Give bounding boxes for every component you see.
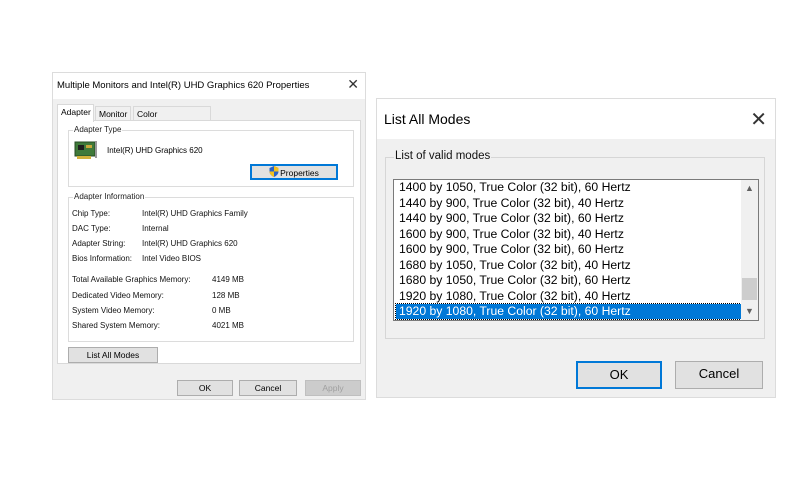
scroll-down-icon[interactable]: ▼ (741, 303, 758, 320)
memory-value: 0 MB (212, 306, 231, 315)
info-value: Internal (142, 224, 169, 233)
close-icon[interactable]: ✕ (750, 107, 767, 132)
list-item[interactable]: 1600 by 900, True Color (32 bit), 60 Her… (396, 242, 741, 257)
memory-value: 4021 MB (212, 321, 245, 330)
list-item[interactable]: 1600 by 900, True Color (32 bit), 40 Her… (396, 227, 741, 242)
apply-button[interactable]: Apply (305, 380, 361, 396)
memory-value: 4149 MB (212, 275, 245, 284)
info-value: Intel(R) UHD Graphics Family (142, 209, 248, 218)
info-key: Bios Information: (72, 254, 133, 263)
memory-key: Shared System Memory: (72, 321, 161, 330)
cancel-button[interactable]: Cancel (239, 380, 297, 396)
graphics-card-icon (74, 140, 98, 165)
memory-value: 128 MB (212, 291, 240, 300)
info-key: DAC Type: (72, 224, 111, 233)
memory-key: Dedicated Video Memory: (72, 291, 164, 300)
tab-color-management[interactable]: Color Management (133, 106, 211, 134)
list-item[interactable]: 1440 by 900, True Color (32 bit), 40 Her… (396, 196, 741, 211)
list-all-modes-dialog: List All Modes ✕ List of valid modes 140… (376, 98, 776, 398)
list-item-selected[interactable]: 1920 by 1080, True Color (32 bit), 60 He… (395, 303, 742, 320)
tab-monitor[interactable]: Monitor (95, 106, 131, 121)
close-icon[interactable]: ✕ (347, 76, 359, 92)
tab-adapter[interactable]: Adapter (57, 104, 94, 122)
info-key: Chip Type: (72, 209, 111, 218)
cancel-button[interactable]: Cancel (675, 361, 763, 389)
properties-button-label: Properties (280, 168, 319, 178)
adapter-information-label: Adapter Information (73, 192, 146, 201)
vertical-scrollbar[interactable]: ▲ ▼ (741, 180, 758, 320)
dialog-title: Multiple Monitors and Intel(R) UHD Graph… (57, 80, 310, 91)
valid-modes-label: List of valid modes (394, 150, 492, 162)
scroll-thumb[interactable] (742, 278, 757, 300)
ok-button[interactable]: OK (576, 361, 662, 389)
adapter-type-group: Adapter Type Intel(R) UHD Graphics 620 P… (68, 125, 354, 187)
dialog-title: List All Modes (384, 111, 471, 127)
info-value: Intel(R) UHD Graphics 620 (142, 239, 238, 248)
modes-listbox[interactable]: 1400 by 1050, True Color (32 bit), 60 He… (393, 179, 759, 321)
ok-button[interactable]: OK (177, 380, 233, 396)
adapter-type-label: Adapter Type (73, 125, 123, 134)
adapter-name: Intel(R) UHD Graphics 620 (107, 146, 203, 155)
memory-key: Total Available Graphics Memory: (72, 275, 191, 284)
adapter-properties-dialog: Multiple Monitors and Intel(R) UHD Graph… (52, 72, 366, 400)
list-all-modes-button[interactable]: List All Modes (68, 347, 158, 363)
properties-button[interactable]: Properties (250, 164, 338, 180)
uac-shield-icon (269, 166, 279, 180)
memory-key: System Video Memory: (72, 306, 155, 315)
list-item[interactable]: 1680 by 1050, True Color (32 bit), 40 He… (396, 258, 741, 273)
title-bar: Multiple Monitors and Intel(R) UHD Graph… (53, 73, 365, 99)
list-item[interactable]: 1680 by 1050, True Color (32 bit), 60 He… (396, 273, 741, 288)
title-bar: List All Modes ✕ (377, 99, 775, 139)
info-value: Intel Video BIOS (142, 254, 201, 263)
info-key: Adapter String: (72, 239, 126, 248)
list-item[interactable]: 1400 by 1050, True Color (32 bit), 60 He… (396, 180, 741, 195)
adapter-tab-panel: Adapter Type Intel(R) UHD Graphics 620 P… (57, 120, 361, 364)
list-item[interactable]: 1440 by 900, True Color (32 bit), 60 Her… (396, 211, 741, 226)
scroll-up-icon[interactable]: ▲ (741, 180, 758, 197)
list-item[interactable]: 1920 by 1080, True Color (32 bit), 40 He… (396, 289, 741, 304)
